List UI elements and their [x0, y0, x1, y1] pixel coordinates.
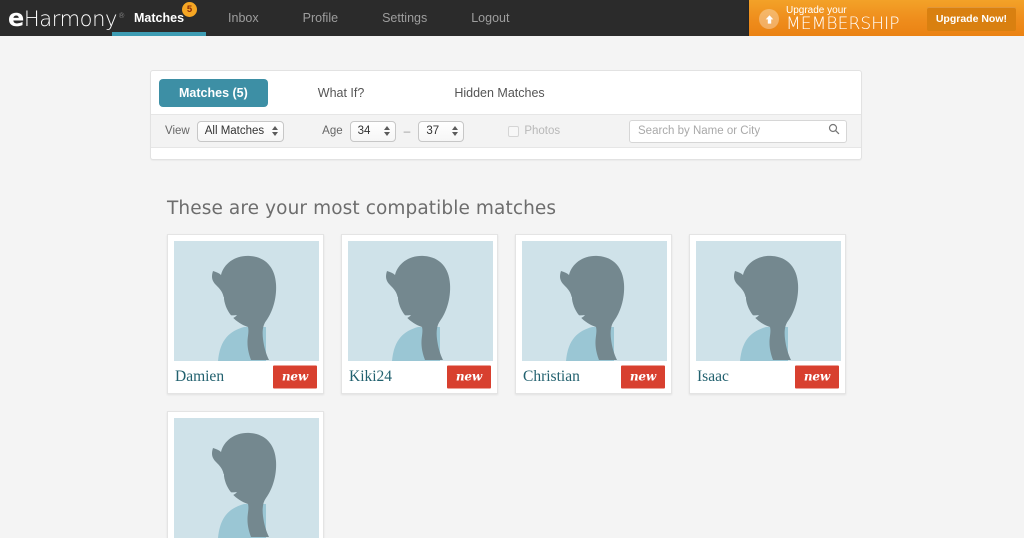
silhouette-avatar-icon [522, 241, 667, 361]
nav-item-profile-label: Profile [302, 11, 339, 25]
match-name: Kiki24 [349, 368, 393, 386]
match-photo[interactable] [174, 418, 319, 538]
match-card[interactable]: Damien new [167, 234, 324, 394]
upgrade-banner-copy: Upgrade your MEMBERSHIP [786, 5, 927, 34]
age-max-select[interactable]: 37 [418, 120, 465, 142]
chevron-updown-icon [452, 126, 459, 136]
view-filter-value: All Matches [204, 125, 265, 137]
new-badge: new [620, 365, 665, 389]
chevron-updown-icon [383, 126, 390, 136]
search-field-wrapper [629, 119, 847, 143]
new-badge: new [794, 365, 839, 389]
top-navigation-bar: eHarmony® Matches 5 Inbox Profile Settin… [0, 0, 1024, 38]
brand-wordmark: eHarmony® [8, 6, 125, 30]
age-range-separator: – [403, 124, 411, 138]
search-input[interactable] [629, 119, 847, 143]
nav-item-matches[interactable]: Matches 5 [112, 0, 207, 36]
chevron-updown-icon [272, 126, 279, 136]
tab-what-if[interactable]: What If? [302, 79, 381, 107]
photos-filter-label: Photos [524, 125, 561, 137]
match-photo[interactable] [174, 241, 319, 361]
matches-count-badge: 5 [182, 2, 198, 17]
brand-rest: Harmony [23, 7, 118, 31]
photos-filter-checkbox[interactable]: Photos [508, 125, 560, 137]
age-filter-label: Age [322, 125, 343, 137]
match-meta: Isaac new [696, 361, 839, 393]
panel-footer-spacer [151, 148, 861, 159]
nav-item-matches-label: Matches [134, 11, 185, 25]
tab-hidden-matches[interactable]: Hidden Matches [438, 79, 560, 107]
match-photo[interactable] [696, 241, 841, 361]
silhouette-avatar-icon [348, 241, 493, 361]
upgrade-membership-banner[interactable]: Upgrade your MEMBERSHIP Upgrade Now! [749, 0, 1024, 38]
primary-nav-links: Matches 5 Inbox Profile Settings Logout [112, 0, 531, 36]
match-meta: Christian new [522, 361, 665, 393]
nav-item-logout-label: Logout [471, 11, 510, 25]
matches-tab-bar: Matches (5) What If? Hidden Matches [151, 71, 861, 114]
arrow-up-circle-icon [759, 9, 779, 29]
age-min-value: 34 [357, 125, 371, 137]
upgrade-now-button[interactable]: Upgrade Now! [926, 7, 1016, 31]
match-name: Isaac [697, 368, 729, 386]
view-filter-label: View [165, 125, 190, 137]
match-name: Christian [523, 368, 580, 386]
upgrade-banner-line2: MEMBERSHIP [786, 13, 900, 34]
new-badge: new [272, 365, 317, 389]
match-card[interactable]: Kiki24 new [341, 234, 498, 394]
eharmony-logo[interactable]: eHarmony® [0, 0, 125, 36]
match-name: Damien [175, 368, 225, 386]
silhouette-avatar-icon [696, 241, 841, 361]
match-photo[interactable] [522, 241, 667, 361]
nav-item-inbox-label: Inbox [228, 11, 259, 25]
nav-item-settings[interactable]: Settings [360, 0, 449, 36]
match-meta: Damien new [174, 361, 317, 393]
matches-filter-panel: Matches (5) What If? Hidden Matches View… [150, 70, 862, 160]
filter-bar: View All Matches Age 34 – 37 Photos [151, 114, 861, 148]
silhouette-avatar-icon [174, 241, 319, 361]
nav-item-inbox[interactable]: Inbox [206, 0, 281, 36]
age-min-select[interactable]: 34 [349, 120, 396, 142]
matches-grid: Damien new Kiki24 new Christian new Isaa… [167, 234, 907, 538]
tab-matches[interactable]: Matches (5) [159, 78, 268, 107]
view-filter-select[interactable]: All Matches [196, 120, 285, 142]
match-meta: Kiki24 new [348, 361, 491, 393]
silhouette-avatar-icon [174, 418, 319, 538]
age-max-value: 37 [426, 125, 440, 137]
match-card[interactable]: Abbey new [167, 411, 324, 538]
match-card[interactable]: Christian new [515, 234, 672, 394]
new-badge: new [446, 365, 491, 389]
checkbox-box-icon [508, 125, 520, 137]
nav-item-logout[interactable]: Logout [449, 0, 531, 36]
nav-item-settings-label: Settings [382, 11, 428, 25]
nav-item-profile[interactable]: Profile [281, 0, 360, 36]
match-photo[interactable] [348, 241, 493, 361]
brand-initial: e [8, 4, 24, 32]
page-title: These are your most compatible matches [167, 198, 557, 219]
match-card[interactable]: Isaac new [689, 234, 846, 394]
page-content: Matches (5) What If? Hidden Matches View… [0, 36, 1024, 538]
